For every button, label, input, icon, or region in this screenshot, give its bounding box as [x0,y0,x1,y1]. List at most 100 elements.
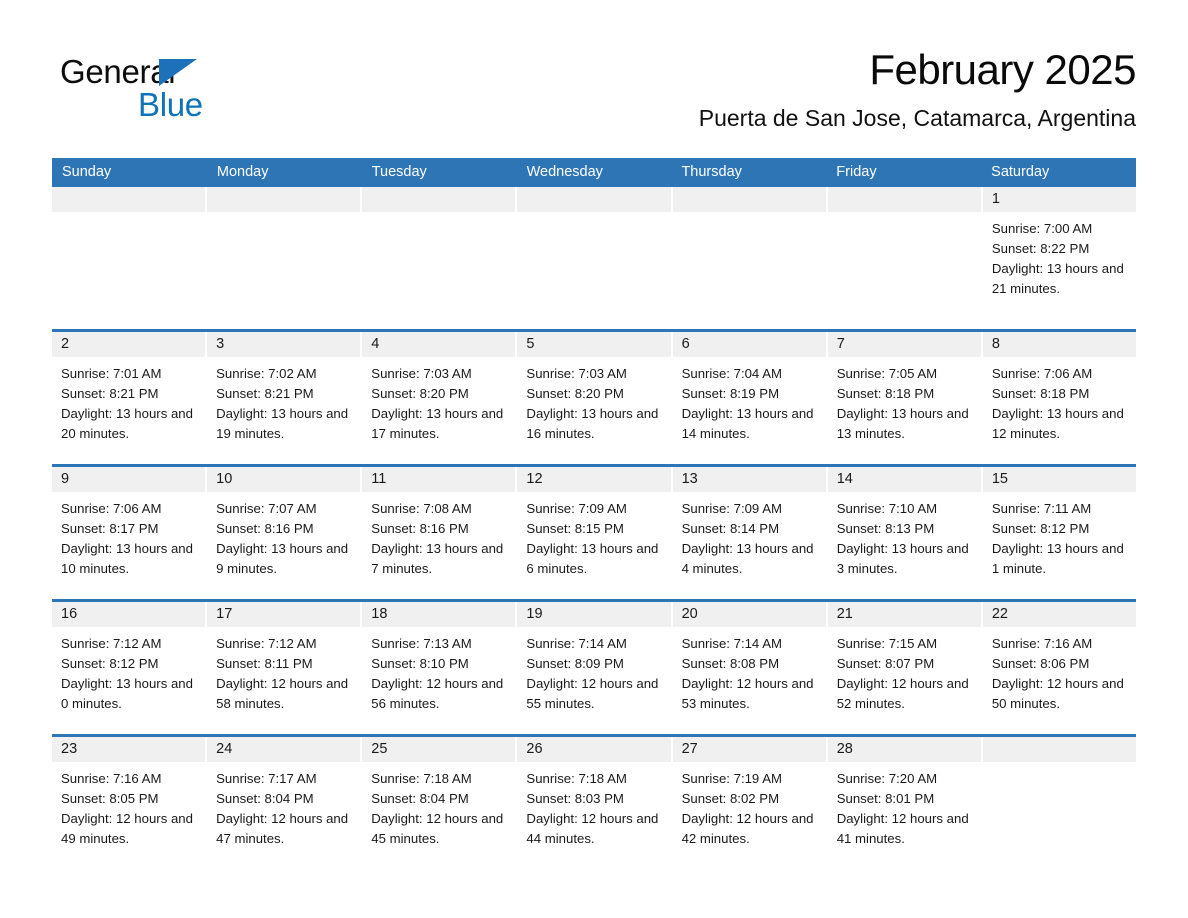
day-number: 21 [827,602,981,627]
sunset-text: Sunset: 8:12 PM [991,521,1090,536]
day-cell[interactable]: 27 Sunrise: 7:19 AM Sunset: 8:02 PM Dayligh… [672,737,826,863]
day-cell[interactable]: 26 Sunrise: 7:18 AM Sunset: 8:03 PM Dayligh… [517,737,671,863]
sunset-text: Sunset: 8:01 PM [836,791,935,806]
sunset-text: Sunset: 8:11 PM [216,656,313,671]
day-cell[interactable]: 10 Sunrise: 7:07 AM Sunset: 8:16 PM Dayligh… [207,467,361,593]
week-row: 9 Sunrise: 7:06 AM Sunset: 8:17 PM Daylight… [52,464,1136,593]
day-details: Sunrise: 7:09 AM Sunset: 8:15 PM Daylight:… [517,492,670,579]
sunrise-text: Sunrise: 7:01 AM [61,366,162,381]
day-cell[interactable]: 24 Sunrise: 7:17 AM Sunset: 8:04 PM Dayligh… [207,737,361,863]
sunset-text: Sunset: 8:13 PM [836,521,935,536]
day-details: Sunrise: 7:16 AM Sunset: 8:05 PM Daylight:… [52,762,205,849]
day-details: Sunrise: 7:16 AM Sunset: 8:06 PM Daylight:… [983,627,1136,714]
day-cell-empty [827,187,981,323]
page-header: General Blue February 2025 Puerta de San… [52,44,1137,148]
daylight-text: Daylight: 12 hours and 52 minutes. [836,676,969,711]
day-details: Sunrise: 7:05 AM Sunset: 8:18 PM Daylight:… [828,357,981,444]
day-cell-empty [672,187,826,323]
page-title: February 2025 [869,46,1136,93]
sunrise-text: Sunrise: 7:03 AM [526,366,627,381]
daylight-text: Daylight: 12 hours and 41 minutes. [836,811,969,846]
sunrise-text: Sunrise: 7:06 AM [991,366,1093,381]
sunset-text: Sunset: 8:16 PM [216,521,314,536]
day-cell[interactable]: 17 Sunrise: 7:12 AM Sunset: 8:11 PM Dayligh… [207,602,361,728]
day-cell[interactable]: 23 Sunrise: 7:16 AM Sunset: 8:05 PM Dayligh… [52,737,206,863]
day-cell[interactable]: 5 Sunrise: 7:03 AM Sunset: 8:20 PM Daylight… [517,332,671,458]
sunrise-text: Sunrise: 7:18 AM [526,771,627,786]
day-cell[interactable]: 6 Sunrise: 7:04 AM Sunset: 8:19 PM Daylight… [672,332,826,458]
weekday-header-monday: Monday [216,164,269,180]
day-cell[interactable]: 22 Sunrise: 7:16 AM Sunset: 8:06 PM Dayligh… [982,602,1136,728]
sunrise-text: Sunrise: 7:09 AM [681,501,782,516]
day-cell[interactable]: 28 Sunrise: 7:20 AM Sunset: 8:01 PM Dayligh… [827,737,981,863]
week-row: 1 Sunrise: 7:00 AM Sunset: 8:22 PM Daylight… [52,187,1136,323]
day-details: Sunrise: 7:02 AM Sunset: 8:21 PM Daylight:… [207,357,360,444]
sunrise-text: Sunrise: 7:14 AM [526,636,627,651]
sunrise-text: Sunrise: 7:02 AM [216,366,317,381]
day-cell[interactable]: 8 Sunrise: 7:06 AM Sunset: 8:18 PM Daylight… [982,332,1136,458]
week-row: 16 Sunrise: 7:12 AM Sunset: 8:12 PM Dayligh… [52,599,1136,728]
daylight-text: Daylight: 13 hours and 10 minutes. [61,541,193,576]
day-number: 13 [672,467,826,492]
day-details: Sunrise: 7:12 AM Sunset: 8:12 PM Daylight:… [52,627,205,714]
day-cell[interactable]: 7 Sunrise: 7:05 AM Sunset: 8:18 PM Daylight… [827,332,981,458]
day-number: 1 [982,187,1136,212]
day-cell[interactable]: 2 Sunrise: 7:01 AM Sunset: 8:21 PM Daylight… [52,332,206,458]
calendar-weeks: 1 Sunrise: 7:00 AM Sunset: 8:22 PM Daylight… [52,187,1136,863]
day-cell[interactable]: 12 Sunrise: 7:09 AM Sunset: 8:15 PM Dayligh… [517,467,671,593]
day-details: Sunrise: 7:14 AM Sunset: 8:09 PM Daylight:… [517,627,670,714]
day-cell-empty [362,187,516,323]
sunset-text: Sunset: 8:10 PM [371,656,469,671]
day-cell[interactable]: 14 Sunrise: 7:10 AM Sunset: 8:13 PM Dayligh… [827,467,981,593]
day-number [672,187,826,212]
daylight-text: Daylight: 13 hours and 7 minutes. [371,541,504,576]
day-cell[interactable]: 1 Sunrise: 7:00 AM Sunset: 8:22 PM Daylight… [982,187,1136,323]
day-cell[interactable]: 19 Sunrise: 7:14 AM Sunset: 8:09 PM Dayligh… [517,602,671,728]
sunrise-text: Sunrise: 7:14 AM [681,636,782,651]
day-cell[interactable]: 16 Sunrise: 7:12 AM Sunset: 8:12 PM Dayligh… [52,602,206,728]
day-details: Sunrise: 7:08 AM Sunset: 8:16 PM Daylight:… [362,492,515,579]
day-cell[interactable]: 21 Sunrise: 7:15 AM Sunset: 8:07 PM Dayligh… [827,602,981,728]
day-cell[interactable]: 15 Sunrise: 7:11 AM Sunset: 8:12 PM Dayligh… [982,467,1136,593]
sunrise-text: Sunrise: 7:03 AM [371,366,472,381]
day-cell[interactable]: 18 Sunrise: 7:13 AM Sunset: 8:10 PM Dayligh… [362,602,516,728]
day-cell[interactable]: 25 Sunrise: 7:18 AM Sunset: 8:04 PM Dayligh… [362,737,516,863]
sunrise-text: Sunrise: 7:11 AM [991,501,1092,516]
daylight-text: Daylight: 13 hours and 1 minute. [991,541,1124,576]
day-number: 25 [362,737,516,762]
day-cell[interactable]: 13 Sunrise: 7:09 AM Sunset: 8:14 PM Dayligh… [672,467,826,593]
location-subtitle: Puerta de San Jose, Catamarca, Argentina [698,105,1136,131]
day-cell-empty [517,187,671,323]
day-cell[interactable]: 3 Sunrise: 7:02 AM Sunset: 8:21 PM Daylight… [207,332,361,458]
day-details: Sunrise: 7:11 AM Sunset: 8:12 PM Daylight:… [983,492,1136,579]
day-number [827,187,981,212]
day-cell[interactable]: 9 Sunrise: 7:06 AM Sunset: 8:17 PM Daylight… [52,467,206,593]
day-number [982,737,1136,762]
day-cell[interactable]: 20 Sunrise: 7:14 AM Sunset: 8:08 PM Dayligh… [672,602,826,728]
day-details: Sunrise: 7:13 AM Sunset: 8:10 PM Daylight:… [362,627,515,714]
day-number: 15 [982,467,1136,492]
sunset-text: Sunset: 8:18 PM [836,386,935,401]
day-cell[interactable]: 4 Sunrise: 7:03 AM Sunset: 8:20 PM Daylight… [362,332,516,458]
day-details: Sunrise: 7:03 AM Sunset: 8:20 PM Daylight:… [362,357,515,444]
sunset-text: Sunset: 8:19 PM [681,386,780,401]
day-number: 8 [982,332,1136,357]
generalblue-logo[interactable]: General Blue [60,52,320,130]
sunset-text: Sunset: 8:02 PM [681,791,780,806]
day-details: Sunrise: 7:09 AM Sunset: 8:14 PM Daylight:… [673,492,826,579]
daylight-text: Daylight: 13 hours and 3 minutes. [836,541,969,576]
day-number: 6 [672,332,826,357]
sunrise-text: Sunrise: 7:00 AM [991,221,1093,236]
weekday-header-thursday: Thursday [681,164,742,180]
day-number: 27 [672,737,826,762]
sunset-text: Sunset: 8:04 PM [216,791,314,806]
daylight-text: Daylight: 12 hours and 53 minutes. [681,676,814,711]
day-cell-empty [52,187,206,323]
logo-text-blue: Blue [138,86,203,123]
day-cell[interactable]: 11 Sunrise: 7:08 AM Sunset: 8:16 PM Dayligh… [362,467,516,593]
sunset-text: Sunset: 8:17 PM [61,521,159,536]
day-number: 9 [52,467,206,492]
sunset-text: Sunset: 8:07 PM [836,656,935,671]
day-details: Sunrise: 7:01 AM Sunset: 8:21 PM Daylight:… [52,357,205,444]
calendar-page: General Blue February 2025 Puerta de San… [0,0,1188,918]
